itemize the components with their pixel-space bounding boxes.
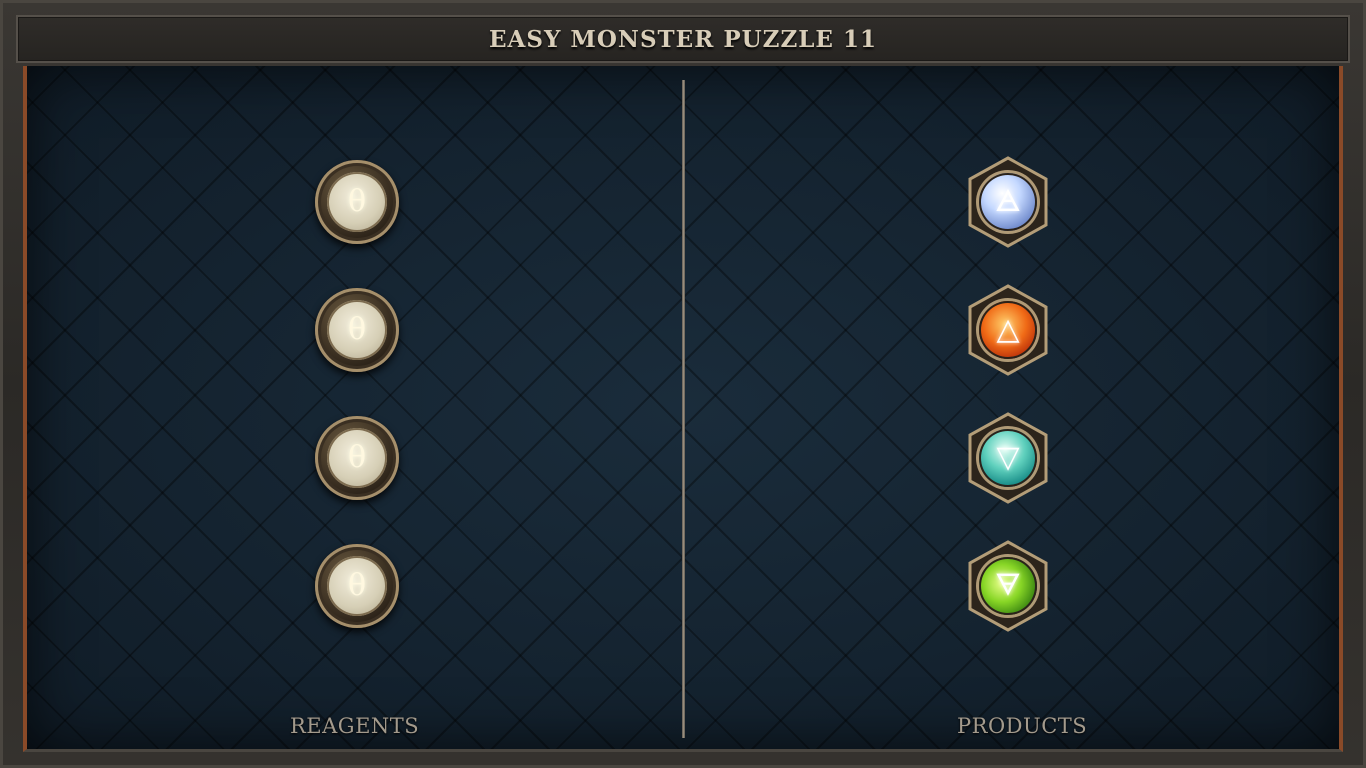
puzzle-title: EASY MONSTER PUZZLE 11: [489, 25, 877, 53]
fire-element-icon: △: [996, 312, 1020, 347]
product-slot-fire[interactable]: △: [966, 284, 1050, 376]
air-element-icon: 🜁: [994, 184, 1022, 219]
fire-gem: △: [979, 301, 1037, 359]
reagent-orb: θ: [327, 428, 387, 488]
reagent-orb: θ: [327, 172, 387, 232]
earth-gem: 🜃: [979, 557, 1037, 615]
reagent-slot-4[interactable]: θ: [315, 544, 399, 628]
theta-rune-icon: θ: [347, 440, 367, 475]
reagent-slot-3[interactable]: θ: [315, 416, 399, 500]
column-divider: [682, 80, 685, 738]
title-bar: EASY MONSTER PUZZLE 11: [16, 15, 1350, 63]
water-gem: ▽: [979, 429, 1037, 487]
products-label: PRODUCTS: [957, 714, 1088, 738]
product-slot-earth[interactable]: 🜃: [966, 540, 1050, 632]
reagent-slot-2[interactable]: θ: [315, 288, 399, 372]
reagent-orb: θ: [327, 300, 387, 360]
theta-rune-icon: θ: [347, 184, 367, 219]
product-slot-air[interactable]: 🜁: [966, 156, 1050, 248]
reagents-label: REAGENTS: [290, 714, 420, 738]
air-gem: 🜁: [979, 173, 1037, 231]
earth-element-icon: 🜃: [994, 568, 1022, 603]
reagent-orb: θ: [327, 556, 387, 616]
product-slot-water[interactable]: ▽: [966, 412, 1050, 504]
theta-rune-icon: θ: [347, 568, 367, 603]
water-element-icon: ▽: [996, 440, 1020, 475]
theta-rune-icon: θ: [347, 312, 367, 347]
reagent-slot-1[interactable]: θ: [315, 160, 399, 244]
